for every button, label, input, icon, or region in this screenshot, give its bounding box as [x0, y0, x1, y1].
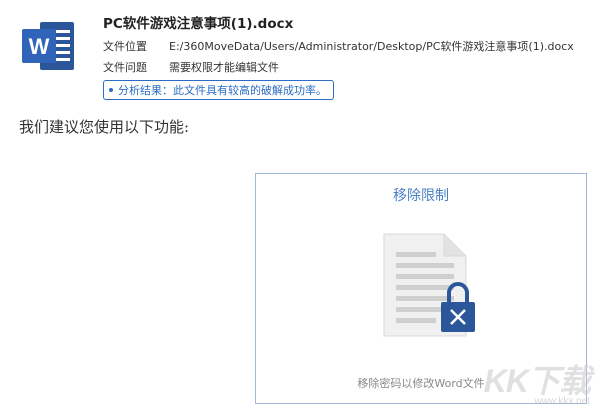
svg-text:W: W	[29, 34, 50, 59]
watermark-logo: KK下载 www.kkx.net	[480, 363, 591, 410]
file-location-label: 文件位置	[103, 40, 147, 53]
word-doc-icon: W	[20, 18, 76, 74]
file-location-row: 文件位置 E:/360MoveData/Users/Administrator/D…	[103, 38, 574, 54]
analysis-result-text: 分析结果：此文件具有较高的破解成功率。	[118, 84, 327, 97]
analysis-result-badge: 分析结果：此文件具有较高的破解成功率。	[103, 80, 334, 100]
file-issue-label: 文件问题	[103, 61, 147, 74]
watermark-logo-text: KK下载	[483, 363, 591, 399]
file-location-value: E:/360MoveData/Users/Administrator/Deskt…	[169, 40, 574, 53]
file-name: PC软件游戏注意事项(1).docx	[103, 16, 294, 32]
locked-document-icon	[374, 232, 484, 344]
recommendation-heading: 我们建议您使用以下功能:	[19, 118, 190, 136]
card-title: 移除限制	[393, 188, 449, 204]
file-issue-value: 需要权限才能编辑文件	[169, 61, 279, 74]
file-issue-row: 文件问题 需要权限才能编辑文件	[103, 59, 279, 75]
bullet-icon	[109, 88, 113, 92]
